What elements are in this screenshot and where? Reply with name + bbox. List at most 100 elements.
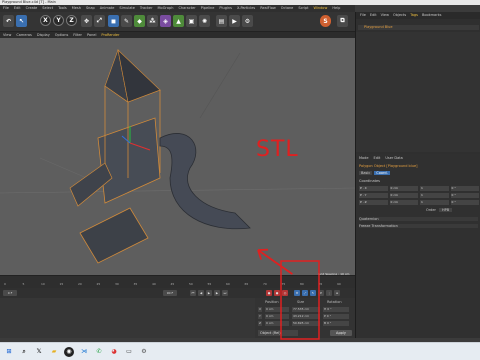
- move-icon[interactable]: ✥: [81, 15, 92, 27]
- menu-file[interactable]: File: [3, 5, 9, 12]
- menu-animate[interactable]: Animate: [100, 5, 115, 12]
- coord-header-position: Position: [265, 300, 279, 304]
- om-menu-bookmarks[interactable]: Bookmarks: [422, 12, 442, 19]
- om-menu-objects[interactable]: Objects: [393, 12, 406, 19]
- select-icon[interactable]: ↖: [16, 15, 27, 27]
- scale-icon[interactable]: ⤢: [94, 15, 105, 27]
- menu-bar: File Edit Create Select Tools Mesh Snap …: [0, 5, 355, 12]
- 3d-viewport[interactable]: [0, 38, 355, 275]
- folder-icon[interactable]: ▰: [49, 347, 59, 357]
- tab-coord[interactable]: Coord.: [374, 171, 390, 175]
- coord-x-rot[interactable]: 0 °: [450, 186, 479, 191]
- x-axis-button[interactable]: X: [40, 15, 51, 26]
- menu-help[interactable]: Help: [332, 5, 340, 12]
- menu-tracker[interactable]: Tracker: [140, 5, 153, 12]
- material-manager[interactable]: [0, 298, 255, 338]
- end-frame-field[interactable]: 90 F: [163, 290, 177, 296]
- pen-icon[interactable]: ✎: [121, 15, 132, 27]
- render-region-icon[interactable]: ▤: [216, 15, 227, 27]
- timeline-menu-icon[interactable]: ≡: [334, 290, 340, 296]
- rot-h-field[interactable]: H 0 °: [323, 307, 349, 312]
- record-icon[interactable]: ●: [266, 290, 272, 296]
- attr-menu-edit[interactable]: Edit: [374, 156, 381, 160]
- menu-realflow[interactable]: RealFlow: [260, 5, 276, 12]
- rot-b-field[interactable]: B 0 °: [323, 321, 349, 326]
- menu-simulate[interactable]: Simulate: [119, 5, 134, 12]
- menu-character[interactable]: Character: [178, 5, 195, 12]
- z-axis-button[interactable]: Z: [66, 15, 77, 26]
- coord-x-value[interactable]: 0 cm: [389, 186, 418, 191]
- tab-basic[interactable]: Basic: [359, 171, 373, 175]
- order-select[interactable]: HPB: [438, 208, 453, 212]
- om-menu-file[interactable]: File: [360, 12, 366, 19]
- coord-z-rot[interactable]: 0 °: [450, 200, 479, 205]
- freeze-section[interactable]: Freeze Transformation: [359, 224, 478, 228]
- menu-script[interactable]: Script: [298, 5, 308, 12]
- array-icon[interactable]: ⁂: [147, 15, 158, 27]
- vscode-icon[interactable]: ⋊: [79, 347, 89, 357]
- coord-z-value[interactable]: 0 cm: [389, 200, 418, 205]
- timeline-tick: 60: [226, 282, 230, 286]
- object-row-playground[interactable]: Playground Blue: [358, 25, 479, 30]
- settings-icon[interactable]: ⚙: [139, 347, 149, 357]
- prev-frame-icon[interactable]: ◀: [198, 290, 204, 296]
- om-menu-tags[interactable]: Tags: [410, 12, 418, 19]
- plugin-logo-icon[interactable]: S: [320, 15, 331, 27]
- coord-x-scale[interactable]: 1: [420, 186, 449, 191]
- render-settings-icon[interactable]: ⚙: [242, 15, 253, 27]
- om-menu-edit[interactable]: Edit: [370, 12, 377, 19]
- menu-mesh[interactable]: Mesh: [72, 5, 81, 12]
- menu-window[interactable]: Window: [314, 5, 328, 12]
- x-app-icon[interactable]: 𝕏: [34, 347, 44, 357]
- last-frame-icon[interactable]: ⏭: [222, 290, 228, 296]
- menu-edit[interactable]: Edit: [14, 5, 21, 12]
- undo-icon[interactable]: ↶: [3, 15, 14, 27]
- windows-icon[interactable]: ⊞: [4, 347, 14, 357]
- order-row: Order HPB: [426, 208, 453, 212]
- menu-snap[interactable]: Snap: [86, 5, 95, 12]
- whatsapp-icon[interactable]: ✆: [94, 347, 104, 357]
- coord-z-label: P . Z: [359, 200, 388, 205]
- play-icon[interactable]: ▶: [206, 290, 212, 296]
- deformer-icon[interactable]: ◈: [160, 15, 171, 27]
- menu-octane[interactable]: Octane: [281, 5, 294, 12]
- attr-menu-userdata[interactable]: User Data: [385, 156, 402, 160]
- chrome-icon[interactable]: ◕: [109, 347, 119, 357]
- light-icon[interactable]: ✺: [199, 15, 210, 27]
- coord-y-label: P . Y: [359, 193, 388, 198]
- object-list[interactable]: [356, 32, 480, 152]
- attr-menu-mode[interactable]: Mode: [359, 156, 369, 160]
- first-frame-icon[interactable]: ⏮: [190, 290, 196, 296]
- coord-y-rot[interactable]: 0 °: [450, 193, 479, 198]
- menu-pipeline[interactable]: Pipeline: [201, 5, 215, 12]
- camera-icon[interactable]: ▣: [186, 15, 197, 27]
- key-pla-icon[interactable]: ⋮: [326, 290, 332, 296]
- quaternion-section[interactable]: Quaternion: [359, 217, 478, 221]
- terminal-icon[interactable]: ▭: [124, 347, 134, 357]
- menu-tools[interactable]: Tools: [58, 5, 67, 12]
- subdivide-icon[interactable]: ◆: [134, 15, 145, 27]
- cinema4d-icon[interactable]: ◉: [64, 347, 74, 357]
- coord-y-value[interactable]: 0 cm: [389, 193, 418, 198]
- menu-create[interactable]: Create: [26, 5, 38, 12]
- playground-model[interactable]: [69, 48, 251, 264]
- timeline-tick: 30: [115, 282, 119, 286]
- apply-button[interactable]: Apply: [330, 330, 352, 336]
- scene-icon[interactable]: ▲: [173, 15, 184, 27]
- menu-mograph[interactable]: MoGraph: [158, 5, 174, 12]
- search-icon[interactable]: ⌕: [19, 347, 29, 357]
- coord-y-scale[interactable]: 1: [420, 193, 449, 198]
- start-frame-field[interactable]: 0 F: [3, 290, 17, 296]
- object-manager-menu: File Edit View Objects Tags Bookmarks: [356, 12, 480, 19]
- menu-select[interactable]: Select: [42, 5, 53, 12]
- menu-xparticles[interactable]: X-Particles: [237, 5, 255, 12]
- layout-icon[interactable]: ⧉: [337, 15, 348, 27]
- om-menu-view[interactable]: View: [381, 12, 389, 19]
- menu-plugins[interactable]: Plugins: [219, 5, 232, 12]
- next-frame-icon[interactable]: ▶: [214, 290, 220, 296]
- cube-icon[interactable]: ◼: [108, 15, 119, 27]
- coord-z-scale[interactable]: 1: [420, 200, 449, 205]
- render-icon[interactable]: ▶: [229, 15, 240, 27]
- rot-p-field[interactable]: P 0 °: [323, 314, 349, 319]
- y-axis-button[interactable]: Y: [53, 15, 64, 26]
